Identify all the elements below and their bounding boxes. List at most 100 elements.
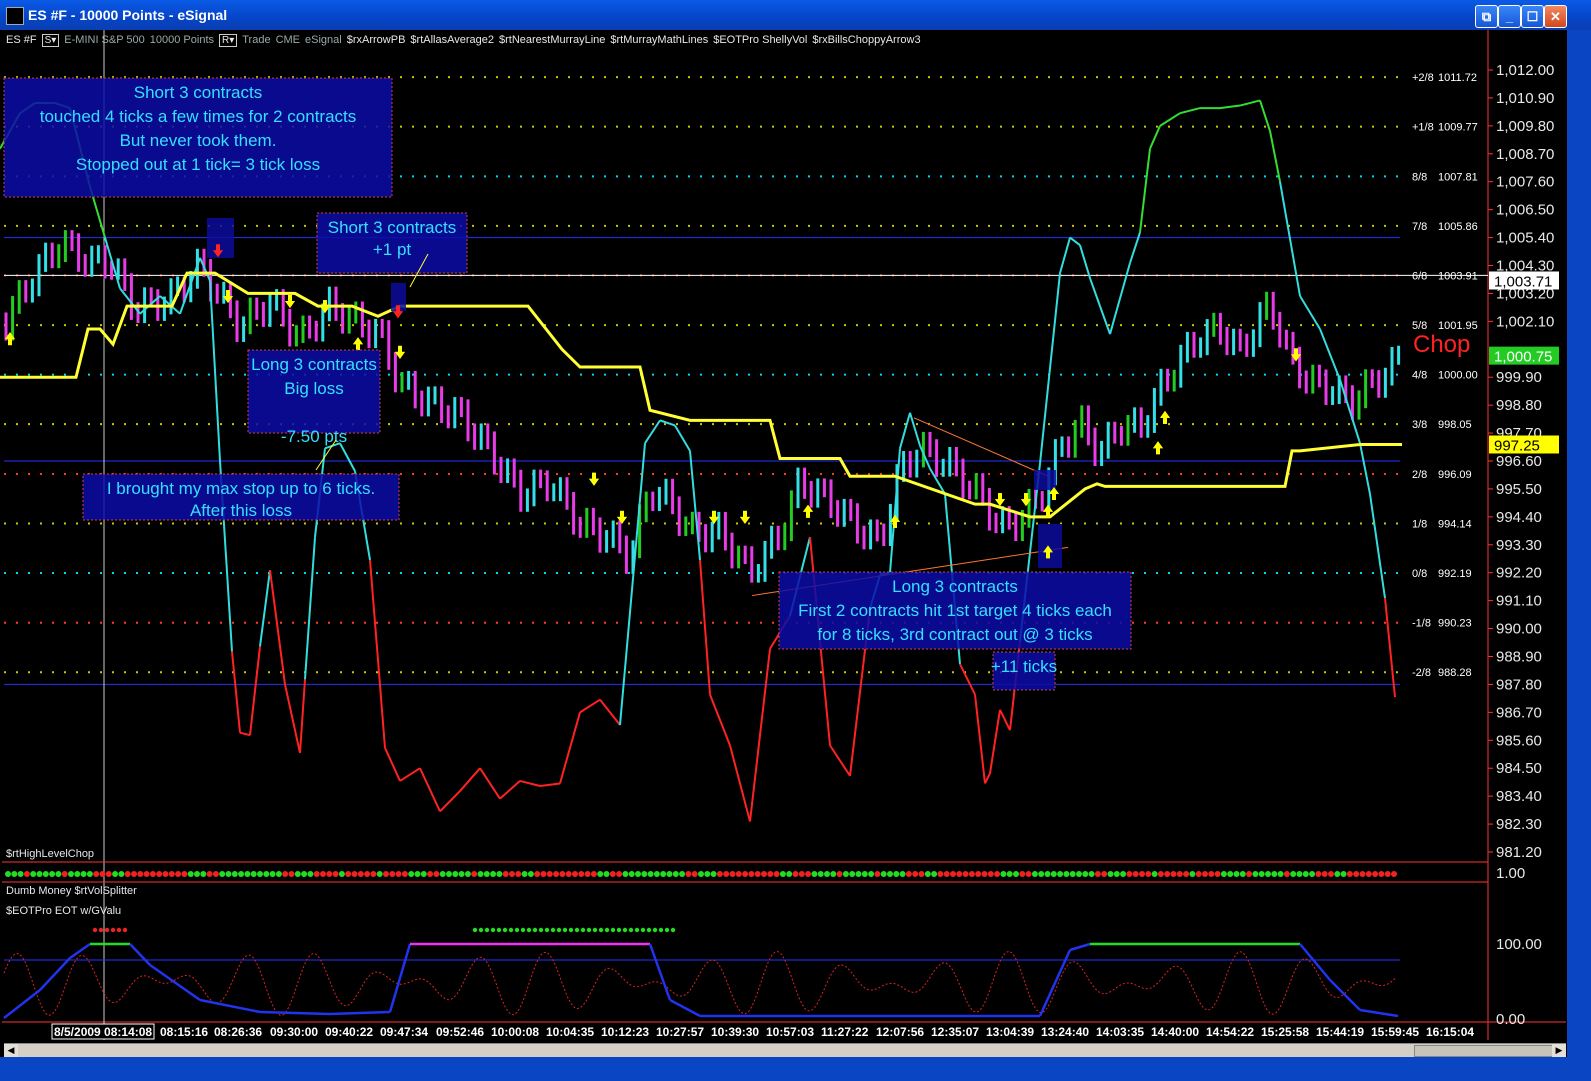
chop-dot bbox=[238, 871, 245, 877]
chop-dot bbox=[250, 871, 257, 877]
chop-dot bbox=[175, 871, 182, 877]
chop-dot bbox=[99, 871, 106, 877]
chop-dot bbox=[408, 871, 415, 877]
chop-dot bbox=[389, 871, 396, 877]
chop-dot bbox=[17, 871, 24, 877]
y-tick-label: 1,007.60 bbox=[1496, 174, 1554, 191]
murray-value: 1011.72 bbox=[1438, 72, 1477, 84]
y-tick-label: 1,006.50 bbox=[1496, 202, 1554, 219]
trend-line-segment bbox=[619, 443, 646, 726]
chop-dot bbox=[1126, 871, 1133, 877]
trend-line-segment bbox=[729, 745, 751, 822]
trend-line-segment bbox=[1299, 295, 1321, 330]
chop-dot bbox=[1271, 871, 1278, 877]
chop-dot bbox=[1315, 871, 1322, 877]
chop-dot bbox=[231, 871, 238, 877]
chop-dot bbox=[383, 871, 389, 877]
x-tick-label: 14:03:35 bbox=[1096, 1025, 1144, 1039]
trend-line-segment bbox=[1159, 112, 1181, 127]
annotation-text: Short 3 contracts bbox=[328, 218, 457, 237]
eot-line-segment bbox=[1359, 1008, 1399, 1018]
x-tick-label: 14:40:00 bbox=[1151, 1025, 1199, 1039]
scroll-left-icon[interactable]: ◀ bbox=[4, 1044, 18, 1057]
chop-dot bbox=[244, 871, 251, 877]
chop-dot bbox=[597, 871, 604, 877]
chop-dot bbox=[742, 871, 749, 877]
chop-dot bbox=[219, 871, 226, 877]
chop-dot bbox=[1076, 871, 1082, 877]
trend-line-segment bbox=[539, 782, 561, 787]
chop-dot bbox=[641, 871, 648, 877]
murray-value: 988.28 bbox=[1438, 667, 1472, 679]
trend-line-segment bbox=[909, 412, 921, 447]
chop-dot bbox=[704, 871, 711, 877]
trend-line-segment bbox=[899, 412, 911, 449]
panel-y-tick: 0.00 bbox=[1496, 1011, 1525, 1028]
trend-line-segment bbox=[579, 698, 601, 714]
chop-dot bbox=[206, 871, 213, 877]
trend-line-segment bbox=[674, 424, 691, 452]
chop-dot bbox=[515, 871, 522, 877]
trend-line-segment bbox=[1384, 598, 1396, 698]
horizontal-scrollbar[interactable]: ◀ ▶ bbox=[4, 1043, 1566, 1057]
esignal-window: ES #F - 10000 Points - eSignal ⧉ _ ☐ ✕ E… bbox=[0, 0, 1591, 1081]
chop-dot bbox=[868, 871, 875, 877]
chop-dot bbox=[194, 871, 200, 877]
chop-label: Chop bbox=[1413, 331, 1470, 358]
trend-line-segment bbox=[1109, 298, 1121, 335]
chop-dot bbox=[628, 871, 635, 877]
annotation-text: +11 ticks bbox=[991, 657, 1057, 676]
chop-dot bbox=[42, 871, 49, 877]
chop-dot bbox=[269, 871, 276, 877]
chop-dot bbox=[496, 871, 503, 877]
price-chart[interactable]: +2/8 1011.72 +1/8 1009.77 8/8 1007.81 7/8 1005.… bbox=[0, 0, 1567, 1043]
signal-dot bbox=[502, 927, 508, 933]
chop-dot bbox=[685, 871, 692, 877]
scroll-right-icon[interactable]: ▶ bbox=[1552, 1044, 1566, 1057]
murray-value: 990.23 bbox=[1438, 618, 1472, 630]
trend-line-segment bbox=[1179, 107, 1201, 115]
chop-dot bbox=[817, 871, 824, 877]
trend-line-segment bbox=[304, 537, 316, 680]
chop-dot bbox=[842, 871, 849, 877]
trend-line-segment bbox=[459, 767, 481, 792]
scroll-thumb[interactable] bbox=[1414, 1045, 1556, 1057]
signal-dot bbox=[532, 927, 538, 933]
chop-dot bbox=[1296, 871, 1303, 877]
x-tick-label: 10:00:08 bbox=[491, 1025, 539, 1039]
signal-dot bbox=[586, 927, 592, 933]
chop-dot bbox=[414, 871, 421, 877]
chop-dot bbox=[1265, 871, 1271, 877]
eot-line-segment bbox=[329, 1010, 391, 1016]
chop-dot bbox=[767, 871, 774, 877]
annotation-text: +1 pt bbox=[373, 240, 412, 259]
arrow-down-icon bbox=[589, 472, 599, 486]
chop-dot bbox=[162, 871, 169, 877]
signal-dot bbox=[664, 927, 670, 933]
chop-dot bbox=[1202, 871, 1208, 877]
chop-dot bbox=[181, 871, 188, 877]
y-tick-label: 984.50 bbox=[1496, 760, 1542, 777]
trend-line-segment bbox=[269, 570, 286, 685]
chop-dot bbox=[1359, 871, 1366, 877]
y-tick-label: 986.70 bbox=[1496, 704, 1542, 721]
chop-dot bbox=[1233, 871, 1240, 877]
chop-dot bbox=[307, 871, 314, 877]
chop-dot bbox=[282, 871, 289, 877]
chop-dot bbox=[1139, 871, 1145, 877]
y-tick-label: 996.60 bbox=[1496, 453, 1542, 470]
chop-dot bbox=[616, 871, 623, 877]
chop-dot bbox=[55, 871, 62, 877]
chop-dot bbox=[452, 871, 459, 877]
chop-dot bbox=[1088, 871, 1095, 877]
trend-line-segment bbox=[959, 663, 976, 696]
chop-indicator-label: $rtHighLevelChop bbox=[6, 848, 94, 860]
arrow-up-icon bbox=[353, 337, 363, 351]
trend-line-segment bbox=[699, 559, 711, 695]
chop-dot bbox=[534, 871, 541, 877]
y-tick-label: 1,002.10 bbox=[1496, 313, 1554, 330]
chop-dot bbox=[918, 871, 925, 877]
signal-dot bbox=[610, 927, 616, 933]
signal-dot bbox=[580, 927, 586, 933]
trend-line-segment bbox=[829, 744, 851, 777]
